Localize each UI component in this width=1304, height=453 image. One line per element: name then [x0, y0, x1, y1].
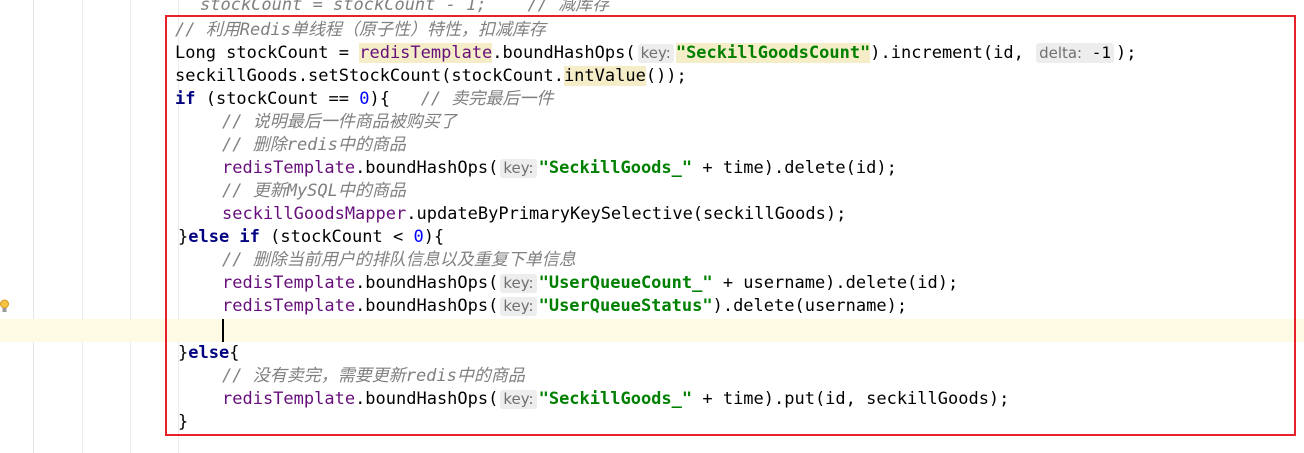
code-token: stockCount = stockCount - 1; // 减库存 — [200, 0, 610, 15]
lightbulb-icon[interactable] — [0, 299, 9, 313]
highlight-annotation-box — [165, 15, 1296, 436]
code-editor[interactable]: stockCount = stockCount - 1; // 减库存// 利用… — [0, 0, 1304, 453]
